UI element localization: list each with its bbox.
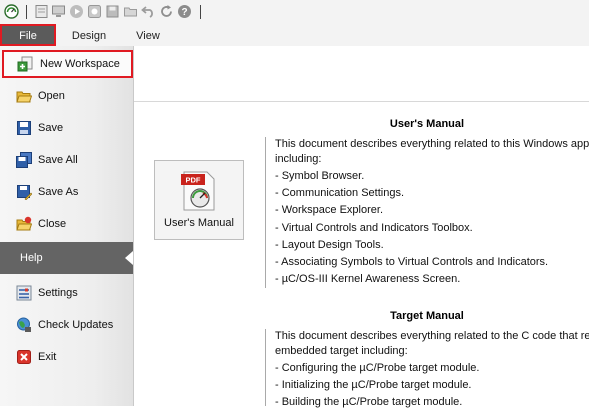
stop-icon[interactable]: [87, 4, 102, 19]
menu-item-save-all[interactable]: Save All: [0, 146, 133, 174]
toolbar-separator: [200, 5, 201, 19]
tab-design[interactable]: Design: [66, 24, 112, 46]
menu-item-open[interactable]: Open: [0, 82, 133, 110]
file-menu: New Workspace Open Save Save All Save As: [0, 46, 134, 406]
pdf-document-icon: PDF: [181, 171, 215, 211]
open-folder-icon: [16, 91, 32, 103]
menu-item-label: Save: [38, 122, 64, 134]
menu-item-close[interactable]: Close: [0, 210, 133, 238]
menu-item-label: Settings: [38, 287, 78, 299]
menu-item-new-workspace[interactable]: New Workspace: [2, 50, 133, 78]
section-divider: [265, 137, 266, 288]
menu-item-label: New Workspace: [40, 58, 120, 70]
list-item: - Initializing the µC/Probe target modul…: [275, 379, 472, 391]
exit-icon: [17, 350, 31, 364]
section-intro: This document describes everything relat…: [275, 330, 589, 342]
selected-arrow-icon: [125, 251, 133, 265]
svg-text:?: ?: [181, 7, 187, 18]
section-title: Target Manual: [390, 310, 464, 322]
save-icon: [17, 121, 31, 135]
section-intro: including:: [275, 153, 322, 165]
menu-item-settings[interactable]: Settings: [0, 279, 133, 307]
refresh-icon[interactable]: [159, 4, 174, 19]
backstage-divider: [134, 101, 589, 102]
section-intro: embedded target including:: [275, 345, 408, 357]
save-as-icon: [17, 185, 32, 200]
save-all-icon: [16, 152, 32, 168]
section-title: User's Manual: [389, 118, 465, 130]
play-icon[interactable]: [69, 4, 84, 19]
list-item: - Layout Design Tools.: [275, 239, 384, 251]
menu-item-label: Close: [38, 218, 67, 230]
menu-item-label: Open: [38, 90, 65, 102]
menu-item-label: Check Updates: [38, 319, 114, 331]
monitor-icon[interactable]: [51, 4, 66, 19]
users-manual-button[interactable]: PDF User's Manual: [154, 160, 244, 240]
help-icon[interactable]: ?: [177, 4, 192, 19]
menu-item-label: Save All: [38, 154, 78, 166]
toolbar-separator: [26, 5, 27, 19]
section-intro: This document describes everything relat…: [275, 138, 589, 150]
target-manual-section: Target Manual This document describes ev…: [265, 310, 589, 408]
section-divider: [265, 329, 266, 406]
tab-view[interactable]: View: [126, 24, 170, 46]
list-item: - Workspace Explorer.: [275, 204, 384, 216]
undo-icon[interactable]: [141, 4, 156, 19]
list-item: - Associating Symbols to Virtual Control…: [275, 256, 549, 268]
pdf-badge: PDF: [186, 176, 201, 185]
menu-item-help[interactable]: Help: [0, 242, 133, 274]
menu-item-label: Save As: [38, 186, 79, 198]
menu-item-save-as[interactable]: Save As: [0, 178, 133, 206]
menu-item-label: Exit: [38, 351, 57, 363]
open-folder-icon[interactable]: [123, 4, 138, 19]
list-item: - Building the µC/Probe target module.: [275, 396, 463, 408]
list-item: - µC/OS-III Kernel Awareness Screen.: [275, 273, 461, 285]
list-item: - Symbol Browser.: [275, 170, 365, 182]
globe-icon: [17, 317, 31, 332]
menu-item-exit[interactable]: Exit: [0, 343, 133, 371]
list-item: - Configuring the µC/Probe target module…: [275, 362, 480, 374]
tab-file[interactable]: File: [0, 24, 56, 46]
new-workspace-icon: [17, 56, 33, 72]
quick-access-toolbar: ?: [0, 0, 589, 24]
settings-icon: [16, 285, 32, 301]
menu-item-label: Help: [20, 252, 43, 264]
menu-item-save[interactable]: Save: [0, 114, 133, 142]
close-folder-icon: [16, 216, 32, 231]
app-logo-icon[interactable]: [4, 4, 19, 19]
menu-item-check-updates[interactable]: Check Updates: [0, 311, 133, 339]
users-manual-section: User's Manual This document describes ev…: [265, 118, 589, 288]
users-manual-label: User's Manual: [164, 217, 234, 229]
list-item: - Communication Settings.: [275, 187, 404, 199]
list-item: - Virtual Controls and Indicators Toolbo…: [275, 222, 473, 234]
save-icon[interactable]: [105, 4, 120, 19]
new-icon[interactable]: [34, 4, 49, 19]
